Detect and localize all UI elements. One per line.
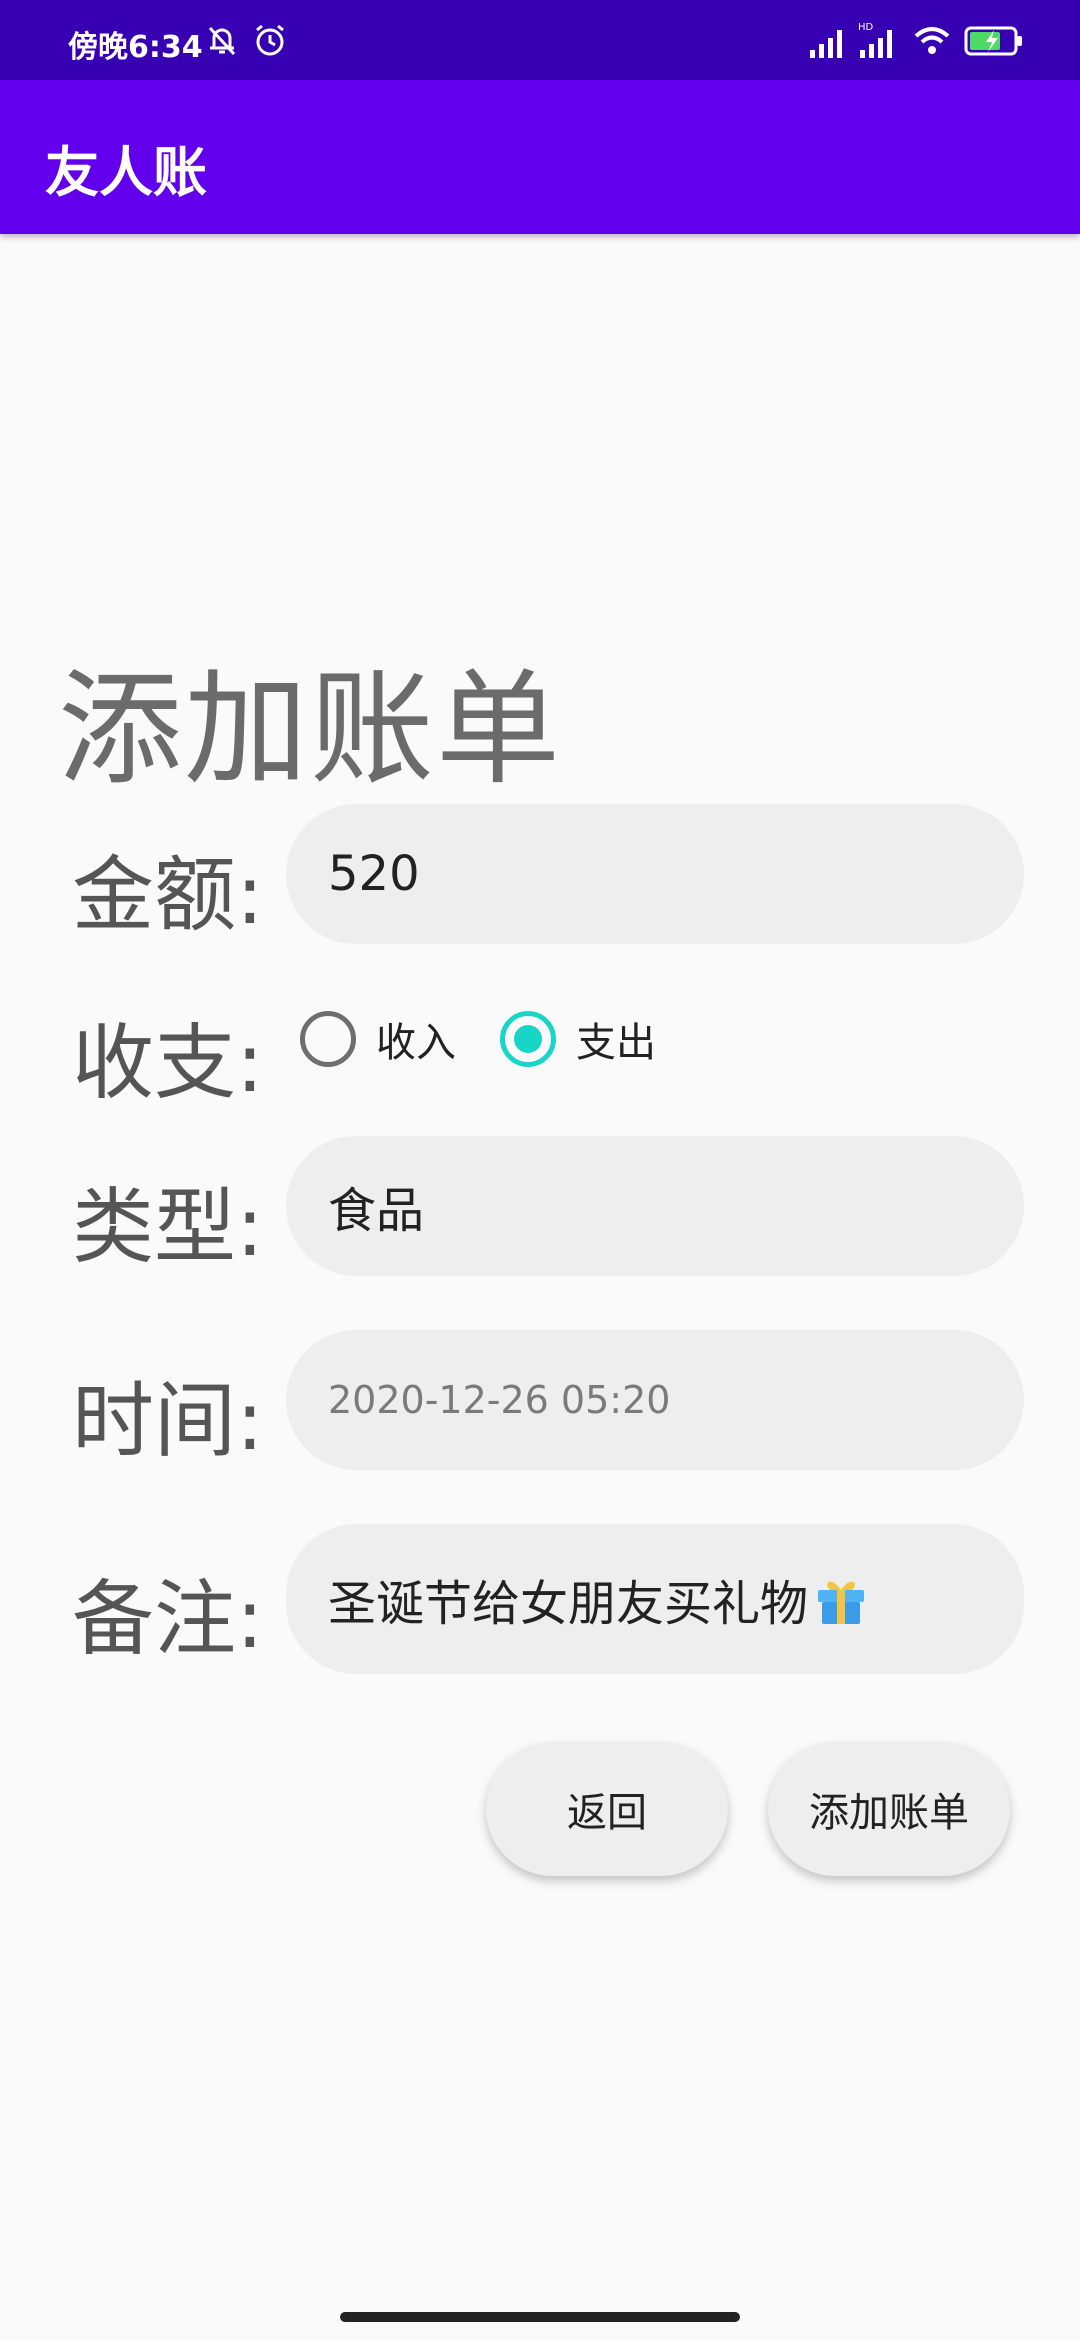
income-expense-radio-group: 收入 支出: [300, 1010, 700, 1068]
amount-value: 520: [328, 846, 420, 902]
add-bill-screen: 傍晚6:34 HD 友人账 添加账单 金额: 520 收支: 收入 支出 类型:…: [0, 0, 1080, 2340]
signal-icon: [810, 30, 842, 58]
battery-charging-icon: [964, 26, 1022, 56]
category-input[interactable]: 食品: [286, 1136, 1024, 1276]
alarm-icon: [256, 24, 284, 56]
bell-off-icon: [208, 26, 236, 56]
app-bar: 友人账: [0, 80, 1080, 234]
note-label: 备注:: [72, 1572, 264, 1667]
add-bill-button[interactable]: 添加账单: [768, 1742, 1010, 1876]
svg-text:HD: HD: [858, 22, 874, 33]
note-value: 圣诞节给女朋友买礼物: [328, 1576, 809, 1632]
radio-checked-icon: [500, 1011, 556, 1067]
gesture-nav-handle[interactable]: [340, 2312, 740, 2322]
amount-label: 金额:: [72, 848, 264, 943]
status-time: 傍晚6:34: [68, 30, 203, 65]
income-expense-label: 收支:: [72, 1016, 264, 1111]
page-title: 添加账单: [58, 658, 563, 802]
category-label: 类型:: [72, 1180, 264, 1275]
time-placeholder: 2020-12-26 05:20: [328, 1378, 671, 1422]
amount-input[interactable]: 520: [286, 804, 1024, 944]
income-radio-label: 收入: [376, 1020, 456, 1066]
wifi-icon: [914, 27, 950, 54]
time-input[interactable]: 2020-12-26 05:20: [286, 1330, 1024, 1470]
expense-radio-label: 支出: [576, 1020, 656, 1066]
radio-unchecked-icon: [300, 1011, 356, 1067]
app-title: 友人账: [45, 141, 207, 204]
category-value: 食品: [328, 1183, 425, 1239]
back-button[interactable]: 返回: [486, 1742, 728, 1876]
note-input[interactable]: 圣诞节给女朋友买礼物: [286, 1524, 1024, 1674]
income-radio[interactable]: 收入: [300, 1010, 456, 1068]
time-label: 时间:: [72, 1374, 264, 1469]
signal-hd-icon: HD: [858, 22, 892, 58]
gift-icon: [818, 1581, 865, 1624]
status-bar: 傍晚6:34 HD: [0, 0, 1080, 80]
expense-radio[interactable]: 支出: [500, 1010, 656, 1068]
